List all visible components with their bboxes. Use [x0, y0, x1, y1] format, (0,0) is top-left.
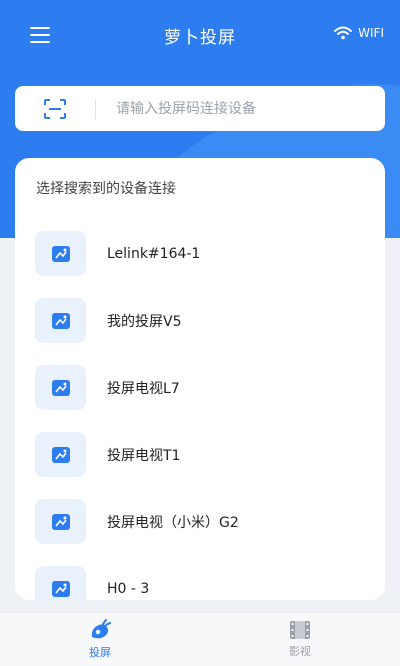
device-name: 我的投屏V5 [107, 313, 182, 330]
device-name: H0 - 3 [107, 580, 150, 597]
tv-cast-icon [35, 566, 86, 600]
device-name: 投屏电视L7 [107, 380, 180, 397]
wifi-label: WIFI [358, 26, 384, 40]
film-icon [290, 621, 310, 639]
tv-cast-icon [35, 365, 86, 410]
cast-icon [91, 619, 111, 639]
device-item[interactable]: H0 - 3 [15, 555, 385, 600]
devices-card-title: 选择搜索到的设备连接 [36, 181, 176, 197]
tab-movies-label: 影视 [289, 645, 311, 658]
device-name: 投屏电视T1 [107, 447, 181, 464]
search-bar [15, 86, 385, 131]
tab-cast[interactable]: 投屏 [0, 613, 200, 666]
device-item[interactable]: 我的投屏V5 [15, 287, 385, 354]
device-item[interactable]: 投屏电视L7 [15, 354, 385, 421]
device-name: Lelink#164-1 [107, 245, 201, 262]
devices-card: 选择搜索到的设备连接 Lelink#164-1 我的投屏V5 投屏电视L7 投屏… [15, 158, 385, 600]
device-item[interactable]: 投屏电视（小米）G2 [15, 488, 385, 555]
cast-code-input[interactable] [96, 86, 385, 131]
app-title: 萝卜投屏 [164, 27, 236, 48]
scan-icon[interactable] [15, 86, 95, 131]
wifi-status: WIFI [334, 26, 384, 40]
tab-cast-label: 投屏 [89, 646, 111, 659]
tab-movies[interactable]: 影视 [200, 613, 400, 666]
device-item[interactable]: 投屏电视T1 [15, 421, 385, 488]
device-list: Lelink#164-1 我的投屏V5 投屏电视L7 投屏电视T1 投屏电视（小… [15, 220, 385, 600]
device-name: 投屏电视（小米）G2 [107, 514, 239, 531]
menu-icon[interactable] [30, 27, 50, 43]
tv-cast-icon [35, 432, 86, 477]
bottom-nav: 投屏 影视 [0, 612, 400, 666]
top-bar: 萝卜投屏 WIFI [0, 0, 400, 70]
tv-cast-icon [35, 231, 86, 276]
tv-cast-icon [35, 298, 86, 343]
tv-cast-icon [35, 499, 86, 544]
wifi-icon [334, 26, 353, 40]
device-item[interactable]: Lelink#164-1 [15, 220, 385, 287]
